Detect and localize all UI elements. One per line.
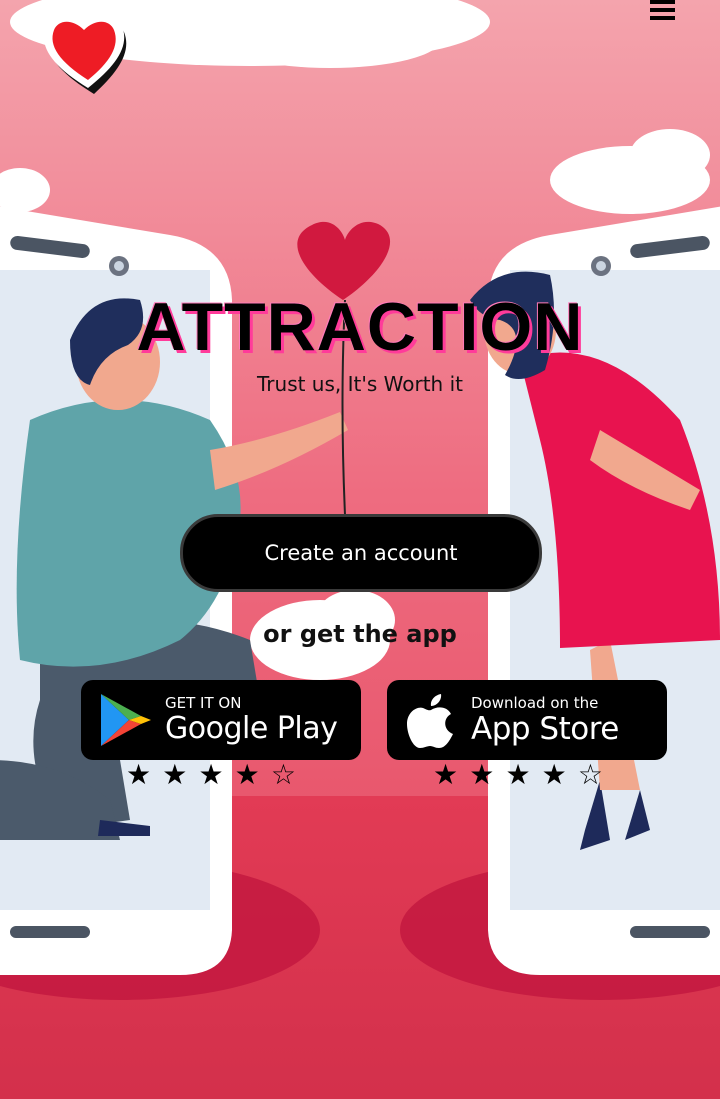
apple-icon [407, 694, 453, 748]
app-store-big-label: App Store [471, 711, 619, 747]
app-store-rating: ★ ★ ★ ★ ☆ [433, 760, 603, 790]
star-filled-icon: ★ [541, 758, 567, 791]
star-filled-icon: ★ [469, 758, 495, 791]
google-play-icon [101, 694, 151, 746]
heart-logo-icon[interactable] [40, 6, 144, 98]
tagline: Trust us, It's Worth it [257, 372, 463, 396]
hamburger-menu-icon[interactable] [646, 0, 678, 24]
google-play-big-label: Google Play [165, 711, 338, 746]
star-filled-icon: ★ [162, 758, 188, 791]
google-play-button[interactable]: GET IT ON Google Play [81, 680, 361, 760]
create-account-button[interactable]: Create an account [180, 514, 542, 592]
star-empty-icon: ☆ [577, 758, 603, 791]
star-filled-icon: ★ [198, 758, 224, 791]
star-filled-icon: ★ [433, 758, 459, 791]
google-play-small-label: GET IT ON [165, 694, 242, 712]
star-empty-icon: ☆ [270, 758, 296, 791]
app-store-small-label: Download on the [471, 694, 599, 712]
google-play-rating: ★ ★ ★ ★ ☆ [126, 760, 296, 790]
star-filled-icon: ★ [505, 758, 531, 791]
app-store-button[interactable]: Download on the App Store [387, 680, 667, 760]
star-filled-icon: ★ [126, 758, 152, 791]
get-app-label: or get the app [263, 620, 457, 648]
star-filled-icon: ★ [234, 758, 260, 791]
brand-title: ATTRACTION [136, 289, 584, 365]
